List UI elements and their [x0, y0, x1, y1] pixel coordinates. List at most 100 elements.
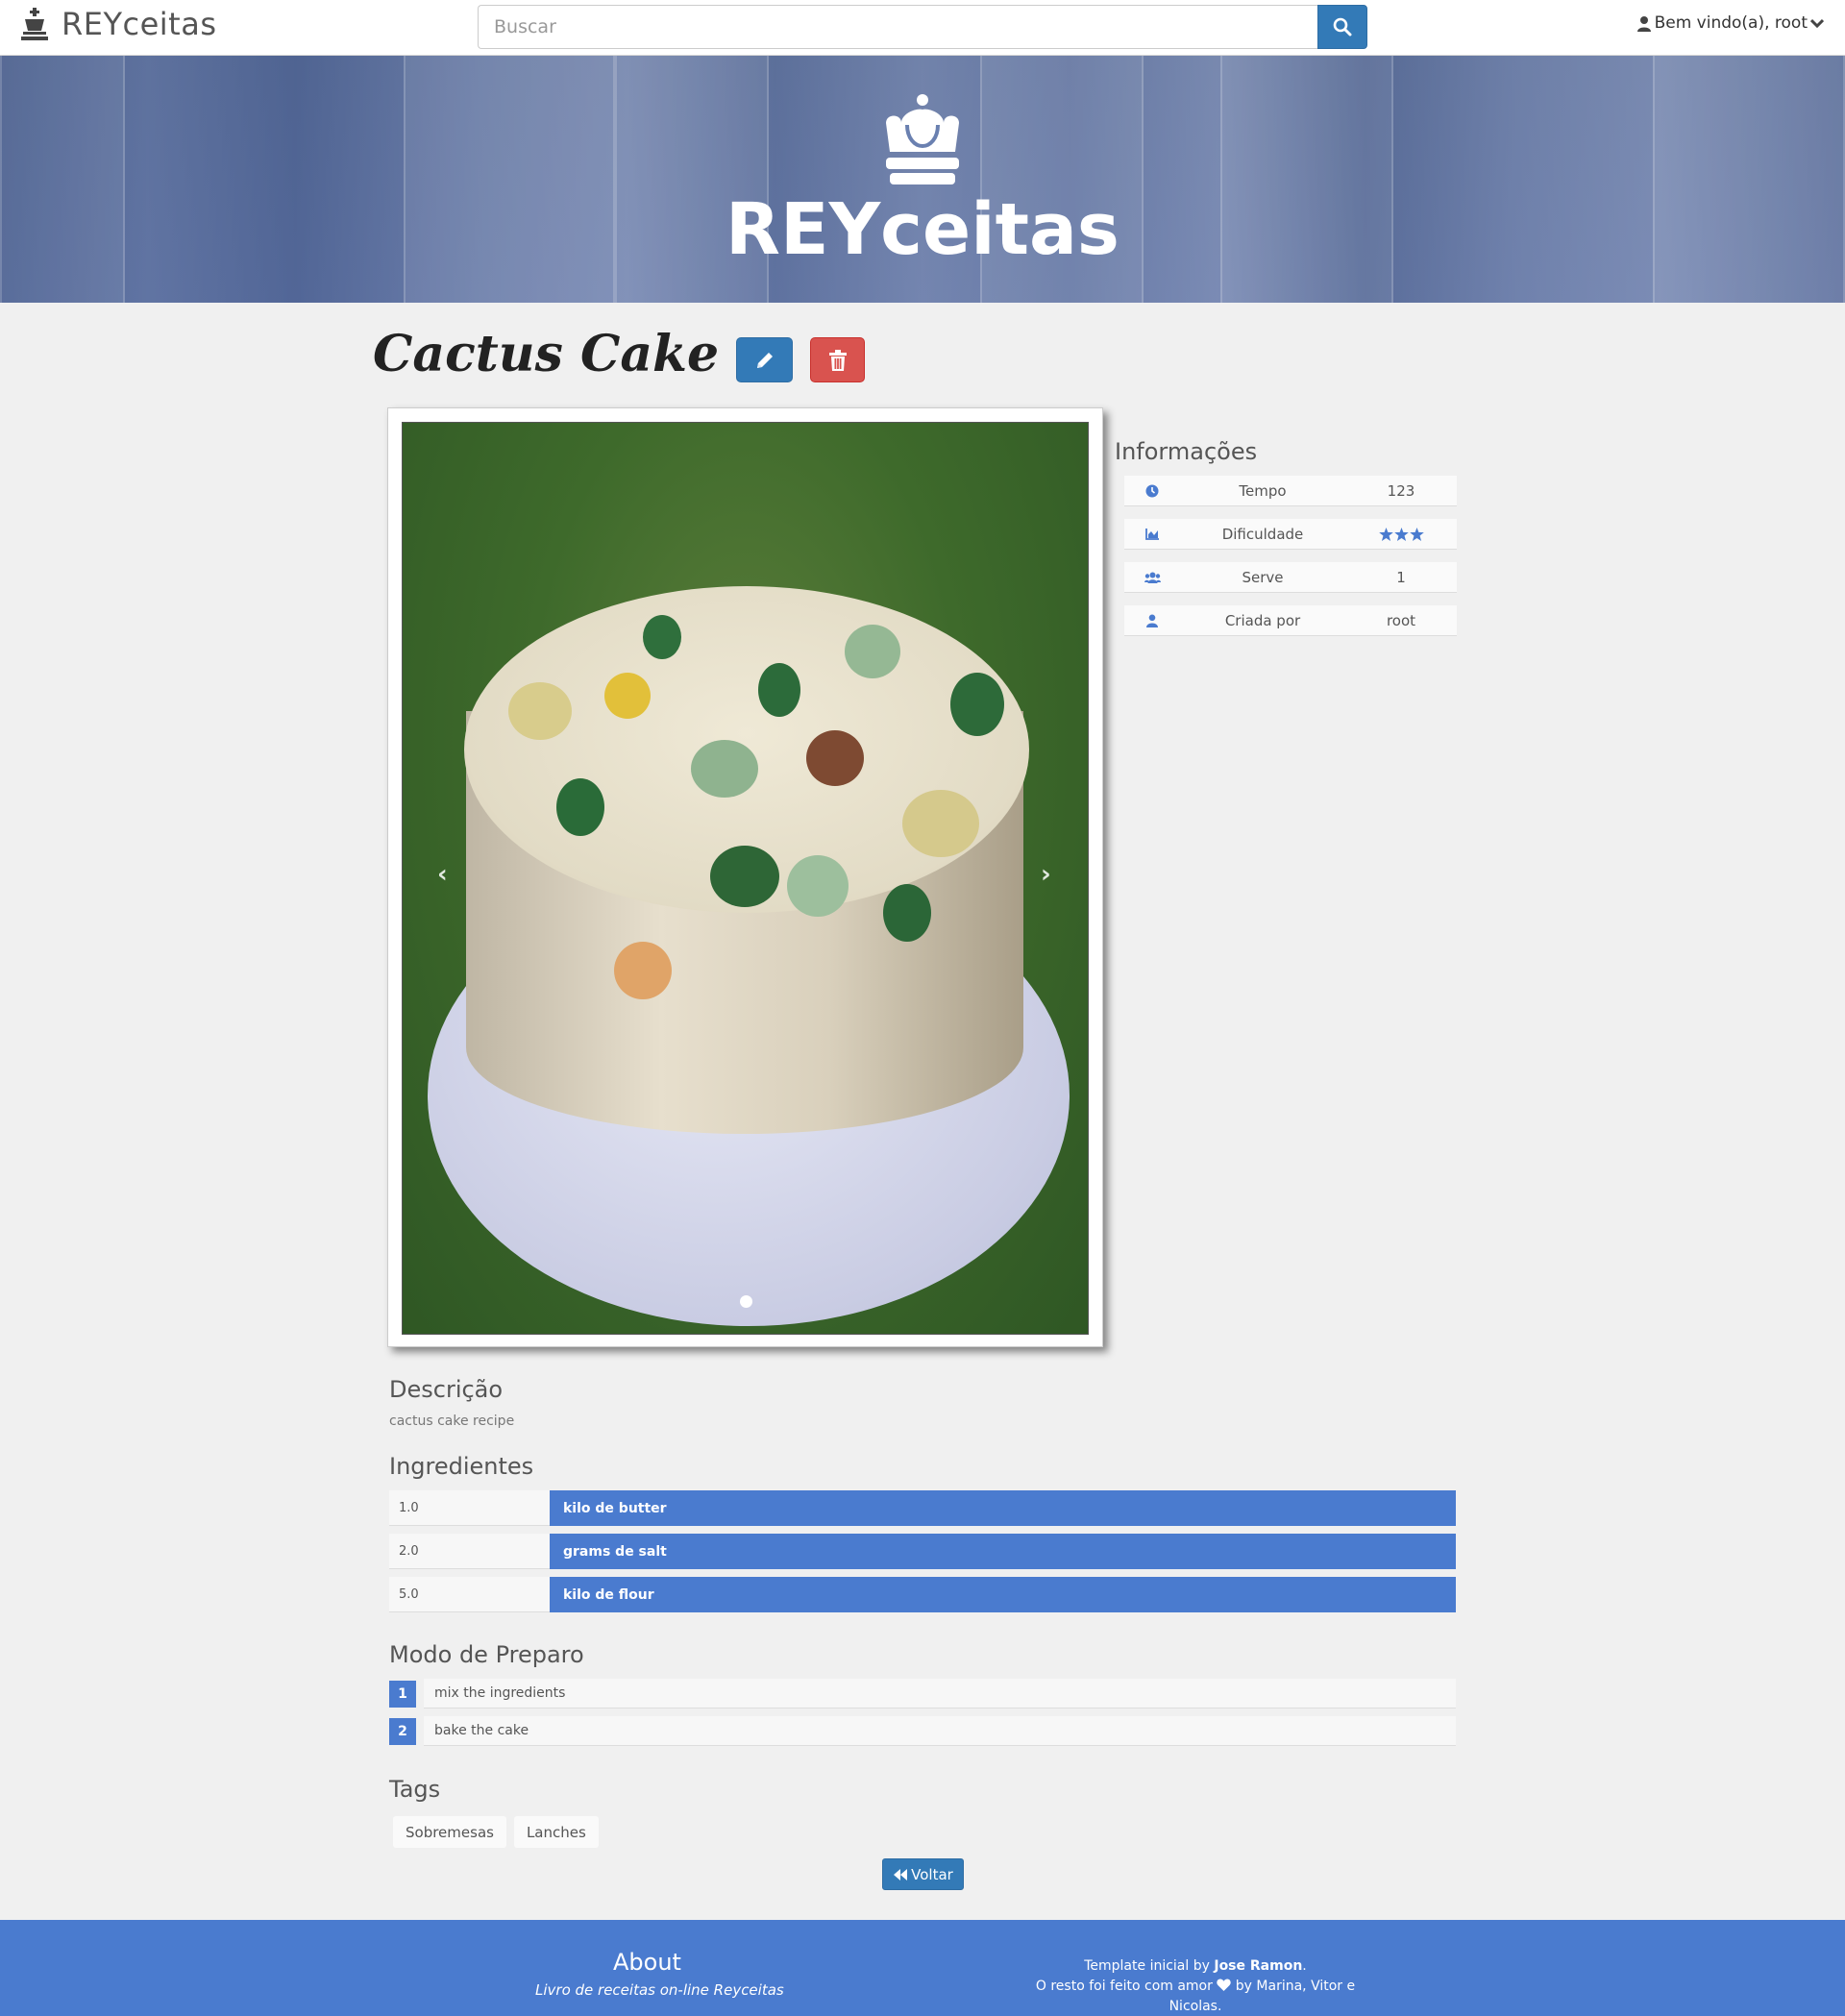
photo-decoration	[556, 778, 604, 836]
backward-icon	[894, 1868, 908, 1881]
tags-list: Sobremesas Lanches	[393, 1816, 599, 1848]
footer-about-title: About	[613, 1949, 681, 1976]
step-number: 2	[389, 1717, 416, 1745]
clock-icon	[1124, 484, 1180, 498]
info-title: Informações	[1115, 438, 1258, 465]
ingredient-row: 2.0 grams de salt	[389, 1534, 1456, 1569]
photo-decoration	[787, 855, 849, 917]
trash-icon	[828, 349, 847, 371]
description-title: Descrição	[389, 1376, 504, 1403]
hero-content: REYceitas	[0, 56, 1845, 303]
brand-name: REYceitas	[62, 6, 217, 42]
info-row-author: Criada por root	[1124, 605, 1457, 636]
back-label: Voltar	[911, 1865, 953, 1883]
description-text: cactus cake recipe	[389, 1414, 515, 1429]
carousel-prev-icon[interactable]: ‹	[437, 860, 448, 889]
step-row: 1 mix the ingredients	[389, 1679, 1456, 1709]
info-value: 1	[1396, 568, 1406, 586]
steps-list: 1 mix the ingredients 2 bake the cake	[389, 1679, 1456, 1754]
photo-decoration	[691, 740, 758, 798]
back-button[interactable]: Voltar	[882, 1858, 964, 1890]
info-value: root	[1386, 611, 1416, 629]
brand-link[interactable]: REYceitas	[17, 6, 217, 42]
footer: About Livro de receitas on-line Reyceita…	[0, 1920, 1845, 2016]
credit-prefix: Template inicial by	[1084, 1958, 1215, 1974]
ingredient-row: 5.0 kilo de flour	[389, 1577, 1456, 1612]
ingredient-row: 1.0 kilo de butter	[389, 1490, 1456, 1526]
navbar: REYceitas Bem vindo(a), root	[0, 0, 1845, 56]
info-label: Tempo	[1239, 481, 1287, 500]
ingredients-list: 1.0 kilo de butter 2.0 grams de salt 5.0…	[389, 1490, 1456, 1620]
search-input[interactable]	[478, 5, 1317, 49]
ingredient-name: kilo de butter	[550, 1490, 1456, 1526]
photo-decoration	[604, 673, 651, 719]
recipe-photo-card: ‹ ›	[387, 407, 1103, 1347]
star-icon	[1378, 527, 1393, 541]
pencil-icon	[756, 352, 773, 368]
heart-icon	[1217, 1979, 1232, 1991]
ingredient-name: grams de salt	[550, 1534, 1456, 1569]
info-label: Serve	[1242, 568, 1284, 586]
edit-button[interactable]	[736, 337, 794, 382]
users-icon	[1124, 572, 1180, 583]
search-button[interactable]	[1317, 5, 1367, 49]
photo-decoration	[614, 942, 672, 999]
hero-banner: REYceitas	[0, 56, 1845, 303]
credit-line2-prefix: O resto foi feito com amor	[1035, 1979, 1218, 1994]
info-row-time: Tempo 123	[1124, 476, 1457, 506]
recipe-title: Cactus Cake	[373, 325, 720, 383]
info-table: Tempo 123 Dificuldade Serve 1 Criada por…	[1124, 476, 1457, 649]
user-icon	[1636, 15, 1651, 32]
info-label: Criada por	[1224, 611, 1301, 629]
footer-credit-line2: O resto foi feito com amor by Marina, Vi…	[1013, 1977, 1378, 2016]
ingredient-name: kilo de flour	[550, 1577, 1456, 1612]
steps-title: Modo de Preparo	[389, 1641, 584, 1668]
photo-decoration	[710, 846, 779, 907]
tags-title: Tags	[389, 1776, 441, 1803]
user-greeting: Bem vindo(a), root	[1654, 13, 1808, 33]
credit-author-link[interactable]: Jose Ramon	[1214, 1958, 1302, 1974]
user-icon	[1124, 614, 1180, 627]
user-menu[interactable]: Bem vindo(a), root	[1636, 13, 1824, 33]
step-number: 1	[389, 1680, 416, 1708]
search-icon	[1333, 17, 1352, 37]
photo-decoration	[806, 730, 864, 786]
photo-decoration	[643, 615, 681, 659]
photo-decoration	[845, 625, 900, 678]
chart-icon	[1124, 528, 1180, 540]
photo-decoration	[508, 682, 572, 740]
photo-decoration	[883, 884, 931, 942]
photo-decoration	[758, 663, 800, 717]
star-icon	[1393, 527, 1409, 541]
ingredients-title: Ingredientes	[389, 1453, 534, 1480]
footer-credit-line1: Template inicial by Jose Ramon.	[1013, 1956, 1378, 1977]
ingredient-qty: 2.0	[389, 1534, 550, 1569]
step-row: 2 bake the cake	[389, 1716, 1456, 1746]
footer-about-subtitle: Livro de receitas on-line Reyceitas	[535, 1981, 784, 1999]
info-label: Dificuldade	[1221, 525, 1304, 543]
info-row-difficulty: Dificuldade	[1124, 519, 1457, 550]
crown-icon	[886, 93, 959, 184]
recipe-photo-carousel: ‹ ›	[402, 422, 1089, 1335]
delete-button[interactable]	[810, 337, 866, 382]
info-value: 123	[1387, 481, 1415, 500]
carousel-next-icon[interactable]: ›	[1041, 860, 1051, 889]
credit-suffix: .	[1302, 1958, 1307, 1974]
footer-credit: Template inicial by Jose Ramon. O resto …	[1013, 1956, 1378, 2016]
search-bar	[478, 5, 1367, 49]
carousel-indicator[interactable]	[740, 1295, 752, 1308]
photo-decoration	[902, 790, 979, 857]
ingredient-qty: 1.0	[389, 1490, 550, 1526]
step-text: bake the cake	[424, 1716, 1456, 1746]
star-icon	[1409, 527, 1424, 541]
chess-king-icon	[21, 8, 48, 40]
difficulty-stars	[1345, 527, 1457, 541]
tag-sobremesas[interactable]: Sobremesas	[393, 1816, 506, 1848]
tag-lanches[interactable]: Lanches	[513, 1816, 599, 1848]
hero-title: REYceitas	[726, 187, 1119, 271]
info-row-serves: Serve 1	[1124, 562, 1457, 593]
photo-decoration	[950, 673, 1004, 736]
step-text: mix the ingredients	[424, 1679, 1456, 1709]
ingredient-qty: 5.0	[389, 1577, 550, 1612]
chevron-down-icon	[1810, 18, 1824, 29]
